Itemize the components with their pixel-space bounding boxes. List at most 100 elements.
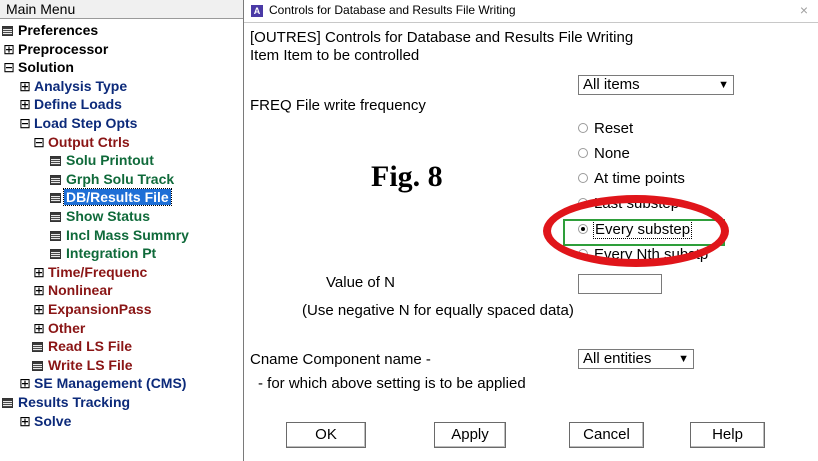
menu-item-label: ExpansionPass <box>48 301 152 317</box>
expand-icon[interactable]: ⊞ <box>32 300 46 318</box>
collapse-icon[interactable]: ⊟ <box>2 58 16 76</box>
expand-icon[interactable]: ⊞ <box>18 374 32 392</box>
freq-label: FREQ File write frequency <box>250 97 426 114</box>
menu-item-label: Preferences <box>18 22 99 38</box>
expand-icon[interactable]: ⊞ <box>32 263 46 281</box>
menu-item-label: Grph Solu Track <box>66 170 175 187</box>
ok-button[interactable]: OK <box>286 422 366 448</box>
command-icon <box>32 360 43 371</box>
expand-icon[interactable]: ⊞ <box>18 412 32 430</box>
menu-item-label: Read LS File <box>48 338 133 355</box>
menu-item-other[interactable]: ⊞ Other <box>32 319 87 337</box>
expand-icon[interactable]: ⊞ <box>32 281 46 299</box>
menu-item-nonlinear[interactable]: ⊞ Nonlinear <box>32 281 115 299</box>
radio-label: None <box>594 145 630 162</box>
menu-item-results-tracking[interactable]: Results Tracking <box>2 393 132 411</box>
menu-item-label: Output Ctrls <box>48 133 130 150</box>
menu-item-label: Show Status <box>66 208 151 224</box>
menu-item-solve[interactable]: ⊞ Solve <box>18 412 73 430</box>
close-icon[interactable]: × <box>800 2 808 18</box>
cname-label: Cname Component name - <box>250 351 431 368</box>
red-ellipse-annotation <box>543 195 729 267</box>
outres-dialog: A Controls for Database and Results File… <box>244 0 818 461</box>
command-icon <box>2 26 13 36</box>
menu-item-label: Preprocessor <box>18 40 109 57</box>
cname-note: - for which above setting is to be appli… <box>258 375 526 392</box>
menu-item-label: SE Management (CMS) <box>34 375 187 392</box>
menu-item-label: DB/Results File <box>63 188 172 207</box>
n-label: Value of N <box>326 274 395 291</box>
menu-item-label: Time/Frequenc <box>48 263 148 280</box>
menu-item-db-results-file[interactable]: DB/Results File <box>50 188 172 207</box>
collapse-icon[interactable]: ⊟ <box>18 114 32 132</box>
radio-label: Reset <box>594 120 634 137</box>
dialog-heading: [OUTRES] Controls for Database and Resul… <box>250 29 634 46</box>
menu-item-label: Solu Printout <box>66 152 154 169</box>
expand-icon[interactable]: ⊞ <box>32 319 46 337</box>
menu-item-show-status[interactable]: Show Status <box>50 207 152 225</box>
radio-circle <box>578 148 588 158</box>
menu-item-grph-solu-track[interactable]: Grph Solu Track <box>50 170 176 188</box>
apply-button[interactable]: Apply <box>434 422 506 448</box>
expand-icon[interactable]: ⊞ <box>18 95 32 113</box>
menu-item-solu-printout[interactable]: Solu Printout <box>50 151 156 169</box>
menu-item-label: Solve <box>34 412 72 429</box>
menu-item-label: Solution <box>18 59 74 76</box>
menu-item-preferences[interactable]: Preferences <box>2 21 100 39</box>
main-menu-title: Main Menu <box>0 0 243 19</box>
menu-item-output-ctrls[interactable]: ⊟ Output Ctrls <box>32 133 132 151</box>
menu-item-integration-pt[interactable]: Integration Pt <box>50 244 158 262</box>
main-menu-panel: Main Menu Preferences ⊞ Preprocessor ⊟ Solut… <box>0 0 244 461</box>
dialog-title: Controls for Database and Results File W… <box>269 3 516 17</box>
expand-icon[interactable]: ⊞ <box>2 40 16 58</box>
cancel-button[interactable]: Cancel <box>569 422 644 448</box>
chevron-down-icon: ▼ <box>718 79 729 91</box>
command-icon <box>50 230 61 241</box>
menu-item-preprocessor[interactable]: ⊞ Preprocessor <box>2 40 110 58</box>
cname-dropdown[interactable]: All entities ▼ <box>578 349 694 369</box>
n-note: (Use negative N for equally spaced data) <box>302 302 574 319</box>
collapse-icon[interactable]: ⊟ <box>32 133 46 151</box>
command-icon <box>32 342 43 353</box>
command-icon <box>50 212 61 222</box>
menu-item-read-ls-file[interactable]: Read LS File <box>32 337 134 355</box>
n-value-input[interactable] <box>578 274 662 294</box>
menu-item-label: Integration Pt <box>66 245 157 262</box>
radio-none[interactable]: None <box>578 145 630 162</box>
radio-circle <box>578 173 588 183</box>
app-icon: A <box>251 5 263 17</box>
menu-item-time-frequenc[interactable]: ⊞ Time/Frequenc <box>32 263 149 281</box>
menu-item-write-ls-file[interactable]: Write LS File <box>32 356 135 374</box>
command-icon <box>2 398 13 408</box>
radio-reset[interactable]: Reset <box>578 120 633 137</box>
menu-item-label: Results Tracking <box>18 394 131 410</box>
menu-item-se-management-cms[interactable]: ⊞ SE Management (CMS) <box>18 374 188 392</box>
menu-item-label: Nonlinear <box>48 282 113 299</box>
radio-label: At time points <box>594 170 685 187</box>
item-dropdown-value: All items <box>583 76 640 93</box>
menu-item-incl-mass-summry[interactable]: Incl Mass Summry <box>50 226 191 244</box>
help-button[interactable]: Help <box>690 422 765 448</box>
menu-item-analysis-type[interactable]: ⊞ Analysis Type <box>18 77 129 95</box>
cname-dropdown-value: All entities <box>583 350 652 367</box>
menu-item-expansionpass[interactable]: ⊞ ExpansionPass <box>32 300 154 318</box>
radio-circle <box>578 123 588 133</box>
command-icon <box>50 193 61 204</box>
menu-item-label: Incl Mass Summry <box>66 226 189 243</box>
menu-item-label: Load Step Opts <box>34 115 138 131</box>
item-label: Item Item to be controlled <box>250 47 420 64</box>
chevron-down-icon: ▼ <box>678 353 689 365</box>
menu-item-define-loads[interactable]: ⊞ Define Loads <box>18 95 124 113</box>
radio-at-time-points[interactable]: At time points <box>578 170 685 187</box>
menu-item-label: Write LS File <box>48 356 133 373</box>
menu-item-load-step-opts[interactable]: ⊟ Load Step Opts <box>18 114 139 132</box>
dialog-titlebar: A Controls for Database and Results File… <box>244 0 818 23</box>
menu-item-label: Other <box>48 319 86 336</box>
menu-item-solution[interactable]: ⊟ Solution <box>2 58 76 76</box>
command-icon <box>50 249 61 260</box>
figure-label: Fig. 8 <box>371 160 443 193</box>
command-icon <box>50 156 61 167</box>
expand-icon[interactable]: ⊞ <box>18 77 32 95</box>
command-icon <box>50 174 61 185</box>
item-dropdown[interactable]: All items ▼ <box>578 75 734 95</box>
